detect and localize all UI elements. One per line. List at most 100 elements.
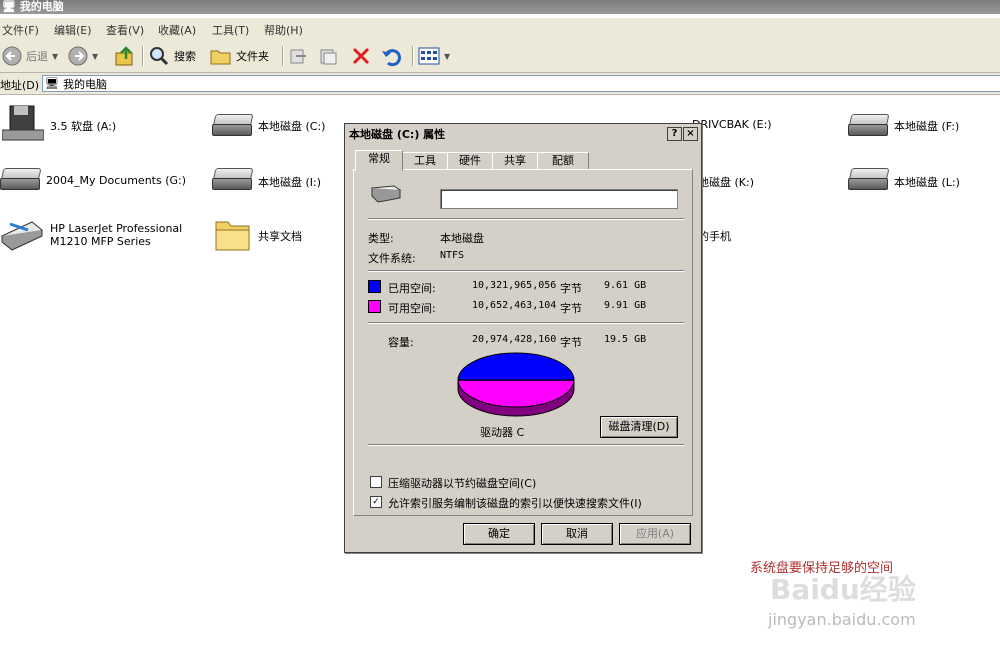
pie-slice-used <box>457 352 575 381</box>
drive-item-l[interactable]: 本地磁盘 (L:) <box>848 166 960 190</box>
tab-sharing[interactable]: 共享 <box>492 152 538 170</box>
used-space-unit: 字节 <box>560 282 582 295</box>
dialog-title-bar[interactable]: 本地磁盘 (C:) 属性 <box>347 126 701 143</box>
search-button[interactable]: 搜索 <box>148 44 196 68</box>
drive-item-c[interactable]: 本地磁盘 (C:) <box>212 112 325 136</box>
views-grid-icon <box>418 47 440 65</box>
phone-item[interactable]: 的手机 <box>698 228 731 244</box>
capacity-gb: 19.5 GB <box>604 334 647 345</box>
hard-drive-icon <box>848 112 890 136</box>
hard-drive-icon <box>212 166 254 190</box>
forward-button[interactable]: ▼ <box>68 44 98 68</box>
tab-tools[interactable]: 工具 <box>402 152 448 170</box>
window-title-bar[interactable]: 🖥 我的电脑 <box>0 0 1000 14</box>
views-button[interactable]: ▼ <box>418 44 450 68</box>
hard-drive-icon <box>848 166 890 190</box>
drive-item-g[interactable]: 2004_My Documents (G:) <box>0 166 186 190</box>
folder-up-icon <box>115 46 133 66</box>
undo-button[interactable] <box>380 44 402 68</box>
hard-drive-icon <box>0 166 42 190</box>
filesystem-label: 文件系统: <box>368 252 416 265</box>
menu-tools[interactable]: 工具(T) <box>212 22 249 38</box>
index-checkbox[interactable]: ✓ <box>370 496 382 508</box>
capacity-unit: 字节 <box>560 336 582 349</box>
back-button[interactable]: 后退 ▼ <box>2 44 58 68</box>
item-label: 共享文档 <box>258 230 302 243</box>
compress-checkbox[interactable] <box>370 476 382 488</box>
shared-docs-item[interactable]: 共享文档 <box>214 216 302 252</box>
folder-icon <box>210 50 231 65</box>
watermark-url: jingyan.baidu.com <box>768 610 916 629</box>
search-icon <box>150 47 169 66</box>
index-label: 允许索引服务编制该磁盘的索引以便快速搜索文件(I) <box>388 497 642 510</box>
chevron-down-icon[interactable]: ▼ <box>92 52 98 61</box>
drive-item-f[interactable]: 本地磁盘 (F:) <box>848 112 959 136</box>
address-value: 我的电脑 <box>62 77 107 91</box>
tab-hardware[interactable]: 硬件 <box>447 152 493 170</box>
free-space-gb: 9.91 GB <box>604 300 647 311</box>
free-space-label: 可用空间: <box>388 302 436 315</box>
toolbar: 后退 ▼ ▼ 搜索 文件夹 ▼ <box>0 40 1000 73</box>
tab-general[interactable]: 常规 <box>355 150 403 171</box>
chevron-down-icon[interactable]: ▼ <box>444 52 450 61</box>
disk-cleanup-button[interactable]: 磁盘清理(D) <box>600 416 678 438</box>
item-label: 的手机 <box>698 230 731 243</box>
hard-drive-icon <box>212 112 254 136</box>
folders-button[interactable]: 文件夹 <box>210 44 269 68</box>
type-label: 类型: <box>368 232 394 245</box>
drive-item-k[interactable]: 地磁盘 (K:) <box>698 166 754 190</box>
copy-to-icon <box>320 49 337 65</box>
drive-item-i[interactable]: 本地磁盘 (I:) <box>212 166 321 190</box>
scanner-item[interactable]: HP LaserJet Professional M1210 MFP Serie… <box>0 214 202 254</box>
drive-item-a[interactable]: 3.5 软盘 (A:) <box>2 104 116 142</box>
drive-name-input[interactable] <box>440 189 678 209</box>
computer-icon: 🖥 <box>2 0 16 13</box>
menu-file[interactable]: 文件(F) <box>2 22 39 38</box>
capacity-bytes: 20,974,428,160 <box>472 334 557 345</box>
help-button[interactable]: ? <box>667 127 682 141</box>
used-space-gb: 9.61 GB <box>604 280 647 291</box>
chevron-down-icon[interactable]: ▼ <box>52 52 58 61</box>
drive-label: 驱动器 C <box>480 426 525 439</box>
compress-label: 压缩驱动器以节约磁盘空间(C) <box>388 477 537 490</box>
up-button[interactable] <box>114 44 136 68</box>
type-value: 本地磁盘 <box>440 232 484 245</box>
item-label: 2004_My Documents (G:) <box>46 174 187 187</box>
item-label: 本地磁盘 (C:) <box>258 120 326 133</box>
undo-icon <box>382 49 401 67</box>
folder-icon <box>215 221 250 251</box>
back-arrow-icon <box>2 46 22 66</box>
tab-quota[interactable]: 配额 <box>537 152 589 170</box>
menu-view[interactable]: 查看(V) <box>106 22 144 38</box>
close-icon: × <box>686 128 695 139</box>
ok-button[interactable]: 确定 <box>463 523 535 545</box>
item-label: 本地磁盘 (I:) <box>258 176 322 189</box>
computer-icon: 🖥 <box>45 77 59 90</box>
disk-usage-pie-chart <box>457 352 575 417</box>
capacity-label: 容量: <box>388 336 414 349</box>
floppy-drive-icon <box>2 105 44 141</box>
forward-arrow-icon <box>68 46 88 66</box>
apply-button[interactable]: 应用(A) <box>619 523 691 545</box>
cancel-button[interactable]: 取消 <box>541 523 613 545</box>
item-label: 本地磁盘 (L:) <box>894 176 960 189</box>
watermark-brand: Baidu经验 <box>770 573 916 606</box>
copy-to-button[interactable] <box>318 44 338 68</box>
delete-button[interactable] <box>350 44 372 68</box>
used-space-swatch <box>368 280 381 293</box>
address-input[interactable]: 🖥 我的电脑 <box>42 75 1000 92</box>
close-button[interactable]: × <box>683 127 698 141</box>
move-to-button[interactable] <box>288 44 308 68</box>
used-space-bytes: 10,321,965,056 <box>472 280 557 291</box>
used-space-label: 已用空间: <box>388 282 436 295</box>
menu-favorites[interactable]: 收藏(A) <box>158 22 196 38</box>
dialog-title: 本地磁盘 (C:) 属性 <box>349 128 446 141</box>
free-space-unit: 字节 <box>560 302 582 315</box>
drive-item-e[interactable]: DRIVCBAK (E:) <box>692 112 772 131</box>
address-bar: 地址(D) 🖥 我的电脑 <box>0 73 1000 95</box>
item-label: DRIVCBAK (E:) <box>692 118 772 131</box>
window-title: 我的电脑 <box>19 0 64 13</box>
menu-help[interactable]: 帮助(H) <box>264 22 303 38</box>
free-space-swatch <box>368 300 381 313</box>
menu-edit[interactable]: 编辑(E) <box>54 22 92 38</box>
